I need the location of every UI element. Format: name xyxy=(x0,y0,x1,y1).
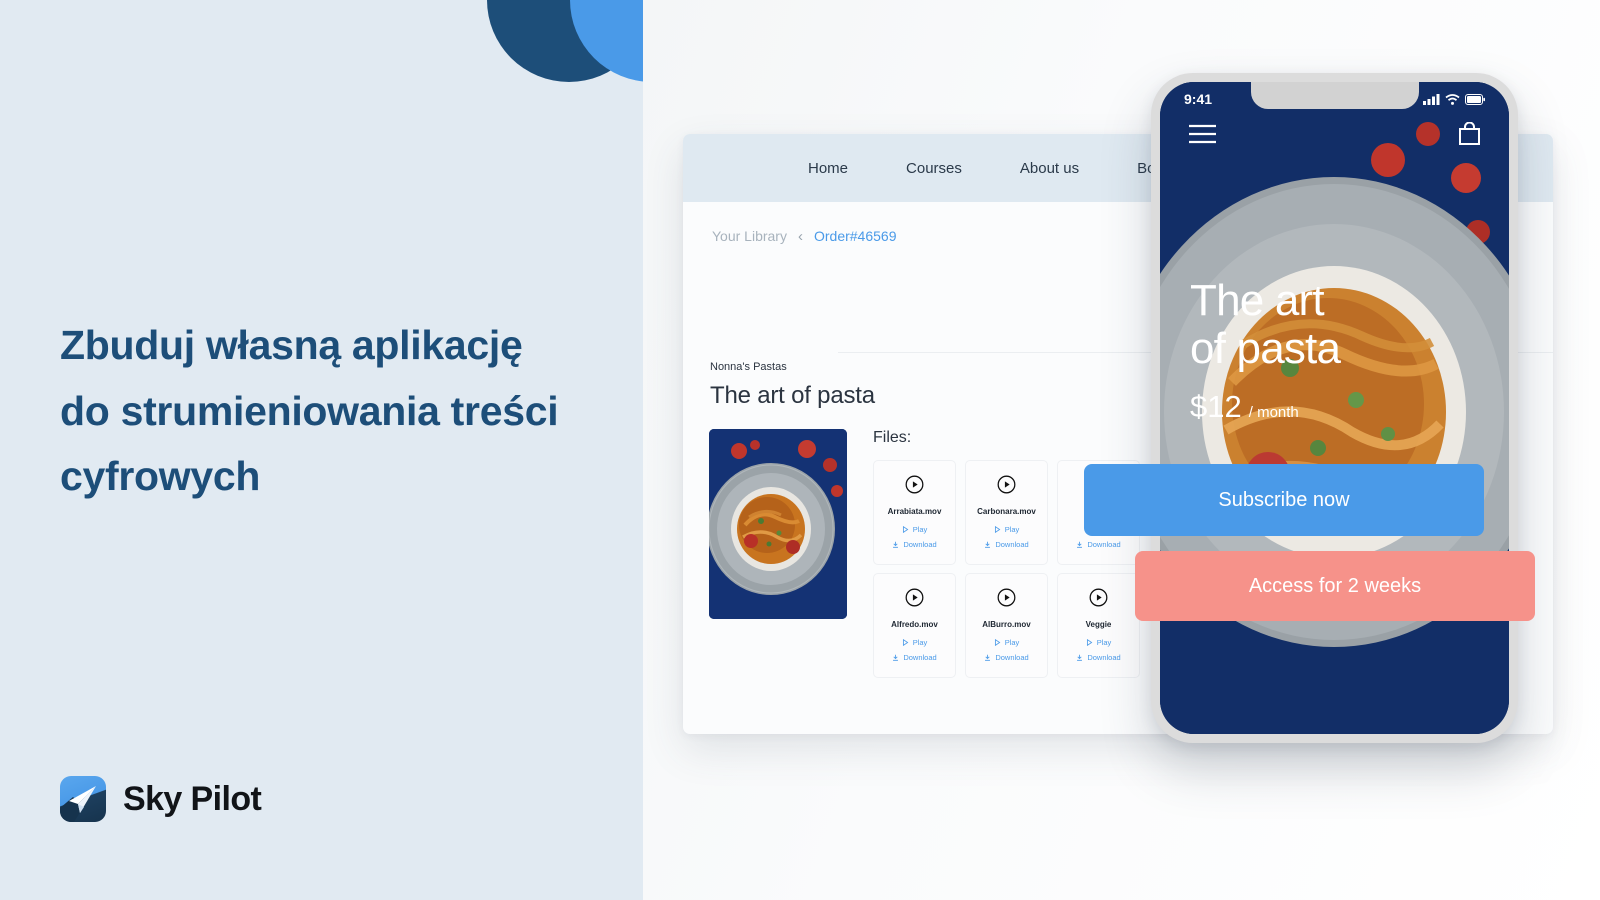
marketing-panel: Zbuduj własną aplikację do strumieniowan… xyxy=(0,0,643,900)
course-title: The art of pasta xyxy=(710,382,875,409)
file-play-action[interactable]: Play xyxy=(994,525,1020,534)
file-play-action[interactable]: Play xyxy=(902,525,928,534)
file-play-label: Play xyxy=(1004,638,1020,647)
paper-plane-icon xyxy=(60,776,106,822)
file-name: AlBurro.mov xyxy=(982,620,1031,629)
file-download-label: Download xyxy=(903,653,937,662)
phone-price-amount: $12 xyxy=(1190,389,1242,425)
file-download-label: Download xyxy=(903,540,937,549)
download-icon xyxy=(1077,541,1083,548)
file-play-action[interactable]: Play xyxy=(902,638,928,647)
file-play-label: Play xyxy=(912,638,928,647)
file-card[interactable]: Carbonara.mov Play Download xyxy=(965,460,1048,565)
course-thumbnail xyxy=(709,429,847,619)
phone-hero-text: The art of pasta $12 / month xyxy=(1190,276,1341,425)
phone-screen: 9:41 The art of pasta $12 / month xyxy=(1160,82,1509,734)
file-download-action[interactable]: Download xyxy=(892,653,937,662)
hamburger-menu-icon[interactable] xyxy=(1188,124,1217,149)
file-download-action[interactable]: Download xyxy=(892,540,937,549)
course-heading-block: Nonna's Pastas The art of pasta xyxy=(710,361,875,410)
nav-link-home[interactable]: Home xyxy=(808,160,848,177)
download-icon xyxy=(985,541,991,548)
file-download-action[interactable]: Download xyxy=(984,540,1029,549)
file-play-label: Play xyxy=(912,525,928,534)
file-play-label: Play xyxy=(1004,525,1020,534)
file-card[interactable]: Veggie Play Download xyxy=(1057,573,1140,678)
file-play-action[interactable]: Play xyxy=(1086,638,1112,647)
product-showcase-stage: Home Courses About us Books Your Library… xyxy=(643,0,1600,900)
page-headline: Zbuduj własną aplikację do strumieniowan… xyxy=(60,322,559,500)
wifi-icon xyxy=(1445,93,1460,105)
files-section-label: Files: xyxy=(873,429,912,446)
phone-status-bar: 9:41 xyxy=(1160,82,1509,116)
subscribe-now-button[interactable]: Subscribe now xyxy=(1084,464,1484,536)
play-triangle-icon xyxy=(1086,639,1093,646)
nav-link-about-us[interactable]: About us xyxy=(1020,160,1079,177)
file-play-action[interactable]: Play xyxy=(994,638,1020,647)
download-icon xyxy=(1077,654,1083,661)
cellular-signal-icon xyxy=(1423,93,1440,105)
file-download-action[interactable]: Download xyxy=(1076,540,1121,549)
play-circle-icon xyxy=(905,475,924,499)
chevron-left-icon: ‹ xyxy=(797,227,803,245)
course-collection-label: Nonna's Pastas xyxy=(710,361,787,373)
phone-price-period: / month xyxy=(1248,404,1299,422)
phone-price-row: $12 / month xyxy=(1190,389,1340,425)
file-download-label: Download xyxy=(995,540,1029,549)
nav-link-courses[interactable]: Courses xyxy=(906,160,962,177)
brand-logo: Sky Pilot xyxy=(60,776,262,822)
file-name: Alfredo.mov xyxy=(891,620,938,629)
play-triangle-icon xyxy=(994,639,1001,646)
phone-app-topbar xyxy=(1160,121,1509,151)
download-icon xyxy=(893,654,899,661)
file-download-action[interactable]: Download xyxy=(984,653,1029,662)
phone-hero-title: The art of pasta xyxy=(1190,276,1341,373)
file-card[interactable]: Alfredo.mov Play Download xyxy=(873,573,956,678)
play-triangle-icon xyxy=(902,639,909,646)
phone-mockup: 9:41 The art of pasta $12 / month xyxy=(1151,73,1518,743)
file-card[interactable]: AlBurro.mov Play Download xyxy=(965,573,1048,678)
brand-name: Sky Pilot xyxy=(123,779,262,818)
phone-hero-title-line2: of pasta xyxy=(1190,323,1341,373)
play-circle-icon xyxy=(905,588,924,612)
play-triangle-icon xyxy=(994,526,1001,533)
file-download-label: Download xyxy=(995,653,1029,662)
file-download-label: Download xyxy=(1087,653,1121,662)
file-name: Veggie xyxy=(1085,620,1112,629)
play-circle-icon xyxy=(1089,588,1108,612)
file-download-label: Download xyxy=(1087,540,1121,549)
breadcrumb-root-link[interactable]: Your Library xyxy=(712,228,787,244)
file-name: Arrabiata.mov xyxy=(887,507,942,516)
file-card[interactable]: Arrabiata.mov Play Download xyxy=(873,460,956,565)
download-icon xyxy=(893,541,899,548)
download-icon xyxy=(985,654,991,661)
battery-icon xyxy=(1465,93,1485,105)
play-circle-icon xyxy=(997,475,1016,499)
shopping-bag-icon[interactable] xyxy=(1458,121,1481,151)
phone-hero-title-line1: The art xyxy=(1190,276,1325,325)
file-name: Carbonara.mov xyxy=(977,507,1036,516)
access-for-2-weeks-button[interactable]: Access for 2 weeks xyxy=(1135,551,1535,621)
status-time: 9:41 xyxy=(1184,91,1213,107)
file-play-label: Play xyxy=(1096,638,1112,647)
breadcrumb-current-order[interactable]: Order#46569 xyxy=(814,228,897,244)
file-download-action[interactable]: Download xyxy=(1076,653,1121,662)
play-circle-icon xyxy=(997,588,1016,612)
play-triangle-icon xyxy=(902,526,909,533)
